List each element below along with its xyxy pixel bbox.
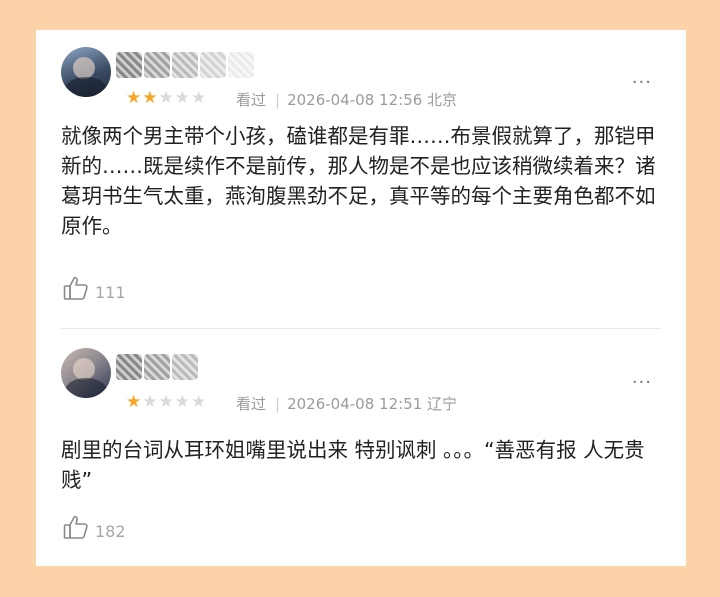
like-button[interactable]: 111: [61, 273, 126, 307]
review-content: 剧里的台词从耳环姐嘴里说出来 特别讽刺 。。。“善恶有报 人无贵贱”: [61, 438, 645, 492]
timestamp: 2026-04-08 12:51: [287, 395, 423, 413]
like-count: 182: [95, 521, 126, 541]
star-filled-icon: ★: [142, 88, 159, 108]
star-empty-icon: ★: [174, 88, 191, 108]
username-blurred[interactable]: [116, 348, 266, 388]
star-rating: ★★★★★: [126, 88, 207, 108]
star-filled-icon: ★: [126, 88, 143, 108]
watched-label: 看过: [236, 91, 267, 109]
more-options-icon[interactable]: ···: [632, 72, 652, 93]
star-empty-icon: ★: [174, 392, 191, 412]
like-button[interactable]: 182: [61, 512, 126, 546]
star-empty-icon: ★: [191, 88, 208, 108]
review-meta: 看过 | 2026-04-08 12:56 北京: [236, 91, 458, 109]
like-count: 111: [95, 282, 126, 302]
location: 北京: [427, 91, 458, 109]
star-rating: ★★★★★: [126, 392, 207, 412]
thumbs-up-icon: [61, 512, 91, 546]
avatar[interactable]: [61, 47, 111, 97]
thumbs-up-icon: [61, 273, 91, 307]
location: 辽宁: [427, 395, 458, 413]
watched-label: 看过: [236, 395, 267, 413]
star-empty-icon: ★: [158, 88, 175, 108]
reviews-card: ★★★★★ 看过 | 2026-04-08 12:56 北京 ··· 就像两个男主带…: [36, 30, 686, 566]
avatar[interactable]: [61, 348, 111, 398]
review-meta: 看过 | 2026-04-08 12:51 辽宁: [236, 395, 458, 413]
star-empty-icon: ★: [142, 392, 159, 412]
star-filled-icon: ★: [126, 392, 143, 412]
username-blurred[interactable]: [116, 46, 266, 86]
timestamp: 2026-04-08 12:56: [287, 91, 423, 109]
more-options-icon[interactable]: ···: [632, 372, 652, 393]
star-empty-icon: ★: [191, 392, 208, 412]
divider: [61, 328, 661, 329]
review-content: 就像两个男主带个小孩，磕谁都是有罪……布景假就算了，那铠甲新的……既是续作不是前…: [61, 124, 656, 238]
star-empty-icon: ★: [158, 392, 175, 412]
